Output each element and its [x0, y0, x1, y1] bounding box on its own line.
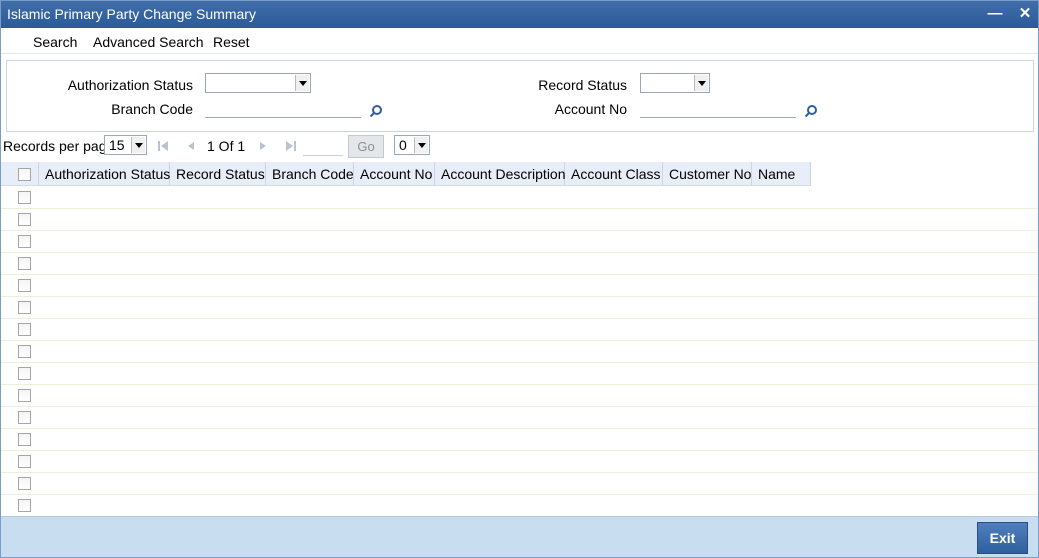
- table-row[interactable]: [1, 385, 1038, 407]
- chevron-down-icon: [694, 75, 708, 91]
- column-header[interactable]: Name: [752, 162, 811, 186]
- records-per-page-label: Records per page: [3, 138, 115, 154]
- table-row[interactable]: [1, 319, 1038, 341]
- authorization-status-select[interactable]: [205, 73, 311, 93]
- page-select[interactable]: 0: [394, 135, 430, 155]
- row-checkbox[interactable]: [18, 455, 31, 468]
- row-checkbox[interactable]: [18, 499, 31, 512]
- table-row[interactable]: [1, 363, 1038, 385]
- page-info: 1 Of 1: [207, 138, 246, 154]
- close-icon[interactable]: ✕: [1016, 5, 1034, 23]
- table-row[interactable]: [1, 275, 1038, 297]
- table-row[interactable]: [1, 407, 1038, 429]
- search-icon[interactable]: [369, 104, 383, 118]
- column-header[interactable]: Branch Code: [266, 162, 354, 186]
- row-checkbox[interactable]: [18, 345, 31, 358]
- go-to-page-field[interactable]: [303, 136, 343, 156]
- row-checkbox[interactable]: [18, 411, 31, 424]
- column-header[interactable]: Authorization Status: [39, 162, 170, 186]
- go-button[interactable]: Go: [348, 135, 384, 158]
- results-grid: Authorization Status Record Status Branc…: [1, 162, 1038, 517]
- records-per-page-select[interactable]: 15: [104, 135, 147, 155]
- table-row[interactable]: [1, 429, 1038, 451]
- table-row[interactable]: [1, 473, 1038, 495]
- row-checkbox[interactable]: [18, 301, 31, 314]
- column-header[interactable]: Customer No: [663, 162, 752, 186]
- table-row[interactable]: [1, 341, 1038, 363]
- first-page-icon[interactable]: [157, 140, 169, 152]
- row-checkbox[interactable]: [18, 191, 31, 204]
- record-status-select[interactable]: [640, 73, 710, 93]
- window-title: Islamic Primary Party Change Summary: [7, 6, 256, 22]
- column-header[interactable]: Record Status: [170, 162, 266, 186]
- reset-menu-item[interactable]: Reset: [213, 34, 250, 50]
- row-checkbox[interactable]: [18, 367, 31, 380]
- search-criteria-panel: Authorization Status Branch Code Record …: [6, 60, 1034, 132]
- table-row[interactable]: [1, 451, 1038, 473]
- branch-code-label: Branch Code: [111, 101, 193, 117]
- chevron-down-icon: [414, 137, 428, 153]
- summary-window: Islamic Primary Party Change Summary — ✕…: [0, 0, 1039, 558]
- table-row[interactable]: [1, 297, 1038, 319]
- table-row[interactable]: [1, 495, 1038, 517]
- select-all-cell: [1, 162, 39, 186]
- grid-header: Authorization Status Record Status Branc…: [1, 162, 811, 186]
- footer-bar: Exit: [1, 516, 1038, 557]
- record-status-label: Record Status: [538, 77, 627, 93]
- account-no-field[interactable]: [640, 98, 796, 118]
- page-select-value: 0: [399, 137, 407, 153]
- records-per-page-value: 15: [109, 137, 125, 153]
- table-row[interactable]: [1, 231, 1038, 253]
- select-all-checkbox[interactable]: [18, 168, 31, 181]
- row-checkbox[interactable]: [18, 477, 31, 490]
- chevron-down-icon: [295, 75, 309, 91]
- row-checkbox[interactable]: [18, 257, 31, 270]
- table-row[interactable]: [1, 253, 1038, 275]
- authorization-status-label: Authorization Status: [67, 77, 193, 93]
- minimize-icon[interactable]: —: [986, 5, 1004, 23]
- search-menu-item[interactable]: Search: [33, 34, 77, 50]
- prev-page-icon[interactable]: [185, 140, 197, 152]
- row-checkbox[interactable]: [18, 433, 31, 446]
- row-checkbox[interactable]: [18, 279, 31, 292]
- search-icon[interactable]: [804, 104, 818, 118]
- column-header[interactable]: Account Description: [435, 162, 566, 186]
- next-page-icon[interactable]: [257, 140, 269, 152]
- pagination-bar: Records per page 15 1 Of 1 Go 0: [1, 134, 1038, 160]
- column-header[interactable]: Account Class: [565, 162, 663, 186]
- row-checkbox[interactable]: [18, 389, 31, 402]
- exit-button[interactable]: Exit: [977, 522, 1028, 554]
- last-page-icon[interactable]: [285, 140, 297, 152]
- advanced-search-menu-item[interactable]: Advanced Search: [93, 34, 204, 50]
- row-checkbox[interactable]: [18, 323, 31, 336]
- column-header[interactable]: Account No: [354, 162, 435, 186]
- account-no-label: Account No: [554, 101, 627, 117]
- branch-code-field[interactable]: [205, 98, 361, 118]
- title-bar: Islamic Primary Party Change Summary — ✕: [1, 1, 1038, 28]
- table-row[interactable]: [1, 209, 1038, 231]
- chevron-down-icon: [131, 137, 145, 153]
- table-row[interactable]: [1, 187, 1038, 209]
- row-checkbox[interactable]: [18, 213, 31, 226]
- menu-bar: Search Advanced Search Reset: [1, 28, 1038, 54]
- row-checkbox[interactable]: [18, 235, 31, 248]
